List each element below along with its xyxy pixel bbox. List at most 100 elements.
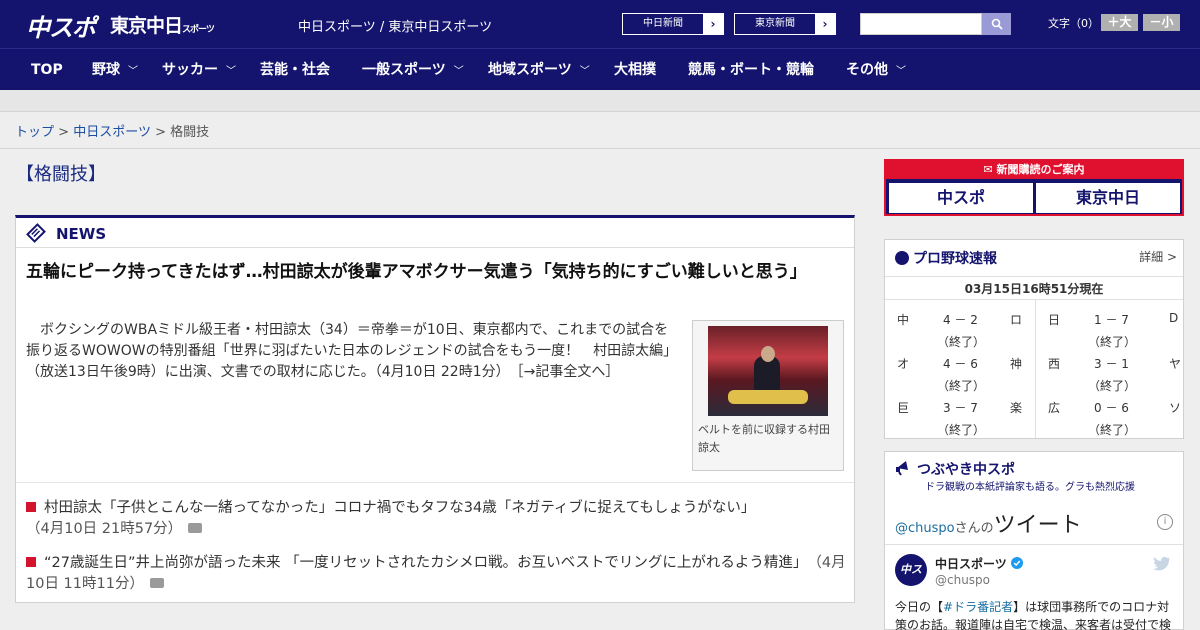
nav-label: サッカー	[162, 62, 218, 78]
breadcrumb-section-link[interactable]: 中日スポーツ	[73, 125, 151, 140]
game-score[interactable]: 西 3 － 1 ヤ （終了）	[1036, 352, 1185, 396]
nav-item-other[interactable]: その他 ﹀	[846, 49, 906, 91]
related-title: “27歳誕生日”井上尚弥が語った未来 「一度リセットされたカシメロ戦。お互いベス…	[44, 555, 801, 571]
score: 1 － 7	[1094, 313, 1129, 327]
twitter-subtitle: ドラ観戦の本紙評論家も語る。グラも熱烈応援	[925, 482, 1135, 493]
search-icon	[991, 18, 1003, 30]
chevron-down-icon: ﹀	[896, 66, 906, 77]
hashtag-link[interactable]: #ドラ番記者	[943, 600, 1013, 614]
tokyo-chunichi-logo-small: スポーツ	[182, 25, 215, 35]
photo-caption: ベルトを前に収録する村田諒太	[698, 423, 830, 454]
tokyo-chunichi-logo[interactable]: 東京中日スポーツ	[110, 11, 215, 38]
nav-item-sumo[interactable]: 大相撲	[614, 49, 656, 91]
news-panel: NEWS 五輪にピーク持ってきたはず…村田諒太が後輩アマボクサー気遣う「気持ち的…	[15, 215, 855, 603]
score: 3 － 7	[943, 401, 978, 415]
baseball-scores-panel: プロ野球速報 詳細 > 03月15日16時51分現在 中 4 － 2 ロ （終了…	[884, 239, 1184, 439]
game-score[interactable]: 中 4 － 2 ロ （終了）	[885, 308, 1034, 352]
related-title: 村田諒太「子供とこんな一緒ってなかった」コロナ禍でもタフな34歳「ネガティブに捉…	[44, 500, 756, 516]
related-article[interactable]: 村田諒太「子供とこんな一緒ってなかった」コロナ禍でもタフな34歳「ネガティブに捉…	[26, 498, 846, 540]
nav-label: 大相撲	[614, 62, 656, 78]
newspaper-icon	[26, 223, 46, 243]
subscription-header-label: 新聞購読のご案内	[996, 163, 1085, 176]
game-status: （終了）	[1088, 423, 1137, 437]
related-date: （4月10日 21時57分）	[26, 521, 183, 537]
twitter-title: つぶやき中スポ	[917, 462, 1015, 478]
avatar[interactable]: 中スポ	[895, 554, 927, 608]
game-score[interactable]: 広 0 － 6 ソ （終了）	[1036, 396, 1185, 440]
camera-icon	[188, 523, 203, 533]
game-status: （終了）	[937, 335, 986, 349]
tweets-word: ツイート	[993, 513, 1082, 538]
twitter-bird-icon[interactable]	[1153, 556, 1171, 571]
camera-icon	[149, 578, 164, 588]
news-headline-link[interactable]: 五輪にピーク持ってきたはず…村田諒太が後輩アマボクサー気遣う「気持ち的にすごい難…	[26, 260, 846, 285]
account-handle[interactable]: @chuspo	[935, 573, 990, 587]
page-title: 【格闘技】	[16, 164, 106, 185]
twitter-handle-link[interactable]: @chuspo	[895, 521, 955, 536]
search-input[interactable]	[860, 13, 982, 35]
nav-item-soccer[interactable]: サッカー ﹀	[162, 49, 236, 91]
chuspo-logo[interactable]: 中スポ	[26, 8, 96, 43]
tokyo-shimbun-button[interactable]: 東京新聞 ›	[734, 13, 836, 35]
divider	[885, 544, 1183, 545]
score-column-left: 中 4 － 2 ロ （終了） オ 4 － 6 神 （終了） 巨 3 － 7 楽 …	[885, 300, 1034, 438]
away-team: ヤ	[1169, 357, 1182, 371]
nav-item-baseball[interactable]: 野球 ﹀	[92, 49, 138, 91]
game-score[interactable]: オ 4 － 6 神 （終了）	[885, 352, 1034, 396]
nav-item-local-sports[interactable]: 地域スポーツ ﹀	[488, 49, 590, 91]
info-icon[interactable]: i	[1157, 514, 1173, 530]
nav-item-entertainment[interactable]: 芸能・社会	[260, 49, 330, 91]
score: 4 － 2	[943, 313, 978, 327]
main-nav: TOP 野球 ﹀ サッカー ﹀ 芸能・社会 一般スポーツ ﹀ 地域スポーツ ﹀ 大相撲 …	[0, 48, 1200, 90]
chevron-down-icon: ﹀	[226, 66, 236, 77]
font-size-increase-button[interactable]: ＋大	[1101, 14, 1138, 31]
search-button[interactable]	[982, 13, 1011, 35]
nav-label: TOP	[31, 62, 63, 78]
tokyo-shimbun-label: 東京新聞	[735, 14, 815, 34]
home-team: 西	[1048, 357, 1061, 371]
news-photo-image[interactable]	[708, 326, 828, 416]
home-team: 中	[897, 313, 910, 327]
red-bullet-icon	[26, 502, 36, 512]
account-name-label: 中日スポーツ	[935, 557, 1007, 571]
tweet-prefix: 今日の【	[895, 600, 944, 614]
nav-label: その他	[846, 62, 888, 78]
baseball-timestamp: 03月15日16時51分現在	[885, 276, 1183, 300]
game-status: （終了）	[1088, 335, 1137, 349]
font-size-decrease-button[interactable]: －小	[1143, 14, 1180, 31]
tweets-heading-suffix: さんの	[954, 521, 994, 536]
home-team: オ	[897, 357, 910, 371]
chuspo-subscription-logo[interactable]: 中スポ	[889, 183, 1033, 213]
nav-item-general-sports[interactable]: 一般スポーツ ﹀	[362, 49, 464, 91]
nav-label: 地域スポーツ	[488, 62, 572, 78]
sub-band	[0, 90, 1200, 112]
divider	[16, 482, 854, 483]
megaphone-icon	[896, 461, 908, 476]
game-status: （終了）	[1088, 379, 1137, 393]
home-team: 広	[1048, 401, 1061, 415]
away-team: 楽	[1010, 401, 1023, 415]
tweets-heading: @chuspoさんのツイート	[895, 507, 1082, 539]
game-score[interactable]: 巨 3 － 7 楽 （終了）	[885, 396, 1034, 440]
account-name[interactable]: 中日スポーツ	[935, 555, 1023, 572]
subscription-banner[interactable]: ✉ 新聞購読のご案内 中スポ 東京中日	[884, 159, 1184, 216]
twitter-panel: つぶやき中スポ ドラ観戦の本紙評論家も語る。グラも熱烈応援 @chuspoさんの…	[884, 451, 1184, 630]
related-article[interactable]: “27歳誕生日”井上尚弥が語った未来 「一度リセットされたカシメロ戦。お互いベス…	[26, 553, 846, 595]
news-photo[interactable]: ベルトを前に収録する村田諒太	[692, 320, 844, 471]
chunichi-shimbun-button[interactable]: 中日新聞 ›	[622, 13, 724, 35]
game-score[interactable]: 日 1 － 7 D （終了）	[1036, 308, 1185, 352]
score: 3 － 1	[1094, 357, 1129, 371]
away-team: ロ	[1010, 313, 1023, 327]
news-lead-text[interactable]: ボクシングのWBAミドル級王者・村田諒太（34）＝帝拳＝が10日、東京都内で、こ…	[26, 320, 676, 383]
tokyo-chunichi-logo-text: 東京中日	[110, 15, 183, 37]
breadcrumb-separator: >	[58, 125, 70, 140]
tweet-text: 今日の【#ドラ番記者】は球団事務所でのコロナ対策のお話。報道陣は自宅で検温、来客…	[895, 598, 1175, 630]
chevron-down-icon: ﹀	[579, 66, 590, 77]
chevron-right-icon: ›	[822, 17, 828, 31]
site-name[interactable]: 中日スポーツ / 東京中日スポーツ	[298, 16, 492, 35]
baseball-detail-link[interactable]: 詳細 >	[1139, 248, 1177, 265]
breadcrumb-home-link[interactable]: トップ	[15, 125, 54, 140]
nav-item-top[interactable]: TOP	[31, 49, 63, 91]
tokyo-chunichi-subscription-logo[interactable]: 東京中日	[1036, 183, 1180, 213]
nav-item-racing[interactable]: 競馬・ボート・競輪	[688, 49, 814, 91]
